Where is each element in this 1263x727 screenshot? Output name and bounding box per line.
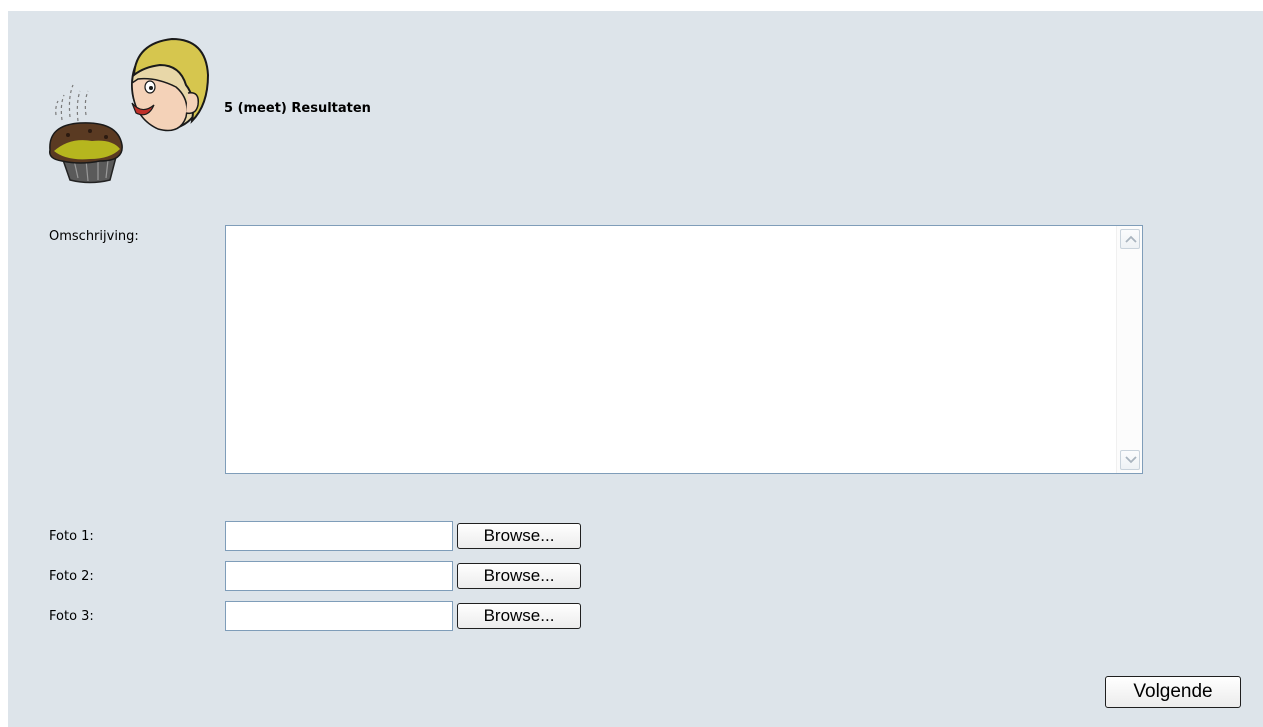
chef-mascot-icon [49,37,210,184]
photo-2-path-input[interactable] [225,561,453,591]
chevron-down-icon [1125,456,1137,464]
photo-2-browse-button[interactable]: Browse... [457,563,581,589]
scroll-down-button[interactable] [1120,450,1140,470]
description-label: Omschrijving: [49,229,139,244]
description-scrollbar[interactable] [1116,226,1142,473]
description-field [225,225,1143,474]
photo-1-path-input[interactable] [225,521,453,551]
description-textarea[interactable] [226,226,1116,473]
page-title: 5 (meet) Resultaten [224,101,371,116]
photo-1-label: Foto 1: [49,529,94,544]
photo-1-browse-button[interactable]: Browse... [457,523,581,549]
photo-2-label: Foto 2: [49,569,94,584]
next-button[interactable]: Volgende [1105,676,1241,708]
photo-3-browse-button[interactable]: Browse... [457,603,581,629]
scroll-up-button[interactable] [1120,229,1140,249]
chevron-up-icon [1125,235,1137,243]
photo-3-path-input[interactable] [225,601,453,631]
photo-3-label: Foto 3: [49,609,94,624]
